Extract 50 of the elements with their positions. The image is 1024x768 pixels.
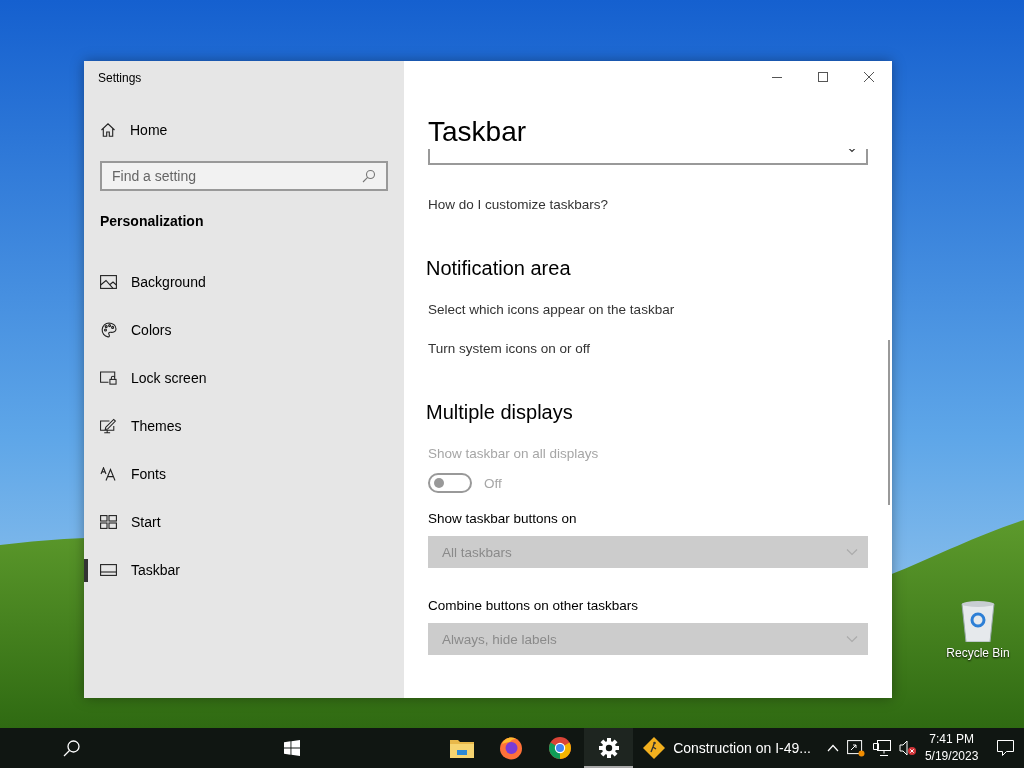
help-link[interactable]: How do I customize taskbars? [428,195,609,215]
home-icon [100,122,116,138]
tray-app-icon[interactable] [846,739,865,757]
sidebar-item[interactable]: Lock screen [84,354,404,402]
help-link[interactable]: Select which icons appear on the taskbar [428,300,675,320]
chevron-down-icon [846,548,858,556]
setting-label: Show taskbar buttons on [428,510,577,528]
tiles-icon [100,515,117,529]
sidebar-item[interactable]: Start [84,498,404,546]
sidebar-item[interactable]: Background [84,258,404,306]
lock-screen-icon [100,371,117,385]
news-widget[interactable]: Construction on I-49... [633,728,821,768]
scrollbar[interactable] [888,340,890,505]
search-icon [362,169,376,183]
search-icon [63,739,81,757]
desktop-icon-label[interactable]: Recycle Bin [946,646,1010,660]
sidebar-item[interactable]: Colors [84,306,404,354]
settings-icon [598,738,619,758]
toggle-state: Off [484,475,502,491]
sidebar-item[interactable]: Fonts [84,450,404,498]
taskbar-icon [100,564,117,576]
setting-label: Show taskbar on all displays [428,445,599,463]
speech-bubble-icon [996,740,1014,756]
clock[interactable]: 7:41 PM 5/19/2023 [916,728,987,768]
help-link[interactable]: Turn system icons on or off [428,339,591,359]
home-link[interactable]: Home [100,118,220,142]
network-icon[interactable] [872,740,891,756]
page-title: Taskbar [428,115,528,149]
sidebar-item[interactable]: Taskbar [84,546,404,594]
taskbar-app[interactable] [584,728,634,768]
chrome-icon [547,736,572,760]
recycle-bin-icon[interactable] [960,600,996,642]
window-title: Settings [98,71,143,85]
section-heading: Multiple displays [426,400,573,424]
construction-sign-icon [643,737,666,759]
section-heading: Personalization [100,213,205,231]
palette-icon [100,322,117,338]
search-field[interactable]: Find a setting [100,161,388,191]
section-heading: Notification area [426,256,571,280]
folder-icon [449,738,474,758]
fonts-icon [100,467,117,481]
sidebar-item[interactable]: Themes [84,402,404,450]
firefox-icon [498,736,523,760]
chevron-up-icon[interactable] [826,744,839,752]
monitor-brush-icon [100,418,117,434]
speaker-muted-icon[interactable] [898,740,917,756]
setting-label: Combine buttons on other taskbars [428,597,639,615]
chevron-down-icon [846,635,858,643]
picture-icon [100,275,117,289]
windows-logo-icon [284,740,301,756]
